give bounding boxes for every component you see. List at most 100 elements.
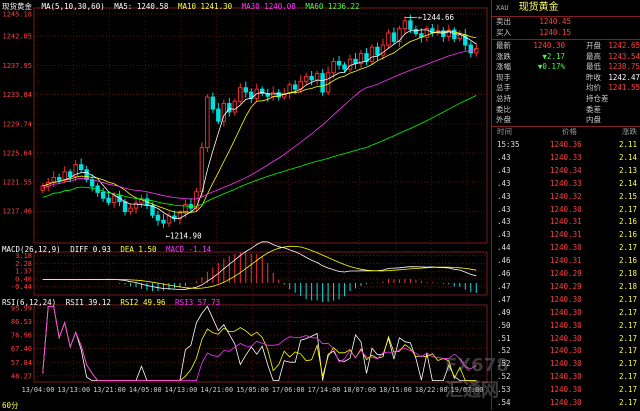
- macd-dea: DEA 1.50: [120, 245, 157, 254]
- tick-time: .53: [497, 385, 511, 395]
- tick-change: 2.13: [618, 165, 637, 175]
- tick-change: 2.17: [618, 346, 637, 356]
- tick-row: .52 1240.30 2.17: [492, 358, 640, 370]
- candle-body: [122, 201, 128, 213]
- candle-body: [243, 87, 248, 93]
- symbol-label: 现货黄金: [2, 2, 32, 11]
- candle-body: [325, 72, 331, 93]
- macd-frame: [33, 251, 488, 296]
- tick-change: 2.17: [618, 204, 637, 214]
- tick-price: 1240.29: [550, 281, 582, 291]
- tick-time: .43: [497, 165, 511, 175]
- rsi-spec: RSI(6,12,24): [2, 298, 57, 307]
- ma60-line: [42, 95, 477, 207]
- candle-body: [457, 34, 462, 40]
- quote-label: 均价: [586, 83, 601, 93]
- x-tick-label: 15/05:00: [236, 386, 269, 394]
- sell-label: 卖出: [496, 17, 511, 26]
- quote-label: 涨跌: [496, 51, 511, 61]
- x-tick-label: 18/07:00: [343, 386, 376, 394]
- quote-label: 总手: [496, 83, 511, 93]
- chart-svg[interactable]: 1245.181242.051237.951233.841229.741225.…: [0, 0, 489, 410]
- tick-header-change: 涨跌: [622, 127, 637, 136]
- quote-row: 总手 均价 1241.55: [492, 83, 640, 93]
- candle-body: [210, 96, 216, 110]
- rsi-y-tick-label: 76.96: [11, 332, 32, 340]
- rsi2-value: RSI2 49.96: [120, 298, 166, 307]
- candle-body: [84, 169, 89, 181]
- ma10-value: MA10 1241.30: [177, 2, 233, 11]
- tick-time: .47: [497, 281, 511, 291]
- tick-price: 1240.30: [550, 294, 582, 304]
- rsi3-line: [42, 306, 477, 381]
- ma5-value: MA5: 1240.58: [114, 2, 169, 11]
- tick-row: .51 1240.30 2.17: [492, 333, 640, 345]
- tick-price: 1240.30: [550, 307, 582, 317]
- quote-label: 最低: [586, 62, 601, 72]
- tick-change: 2.17: [618, 307, 637, 317]
- quote-label: 昨收: [586, 72, 601, 82]
- ma30-line: [42, 49, 477, 200]
- quote-label: 最新: [496, 41, 511, 50]
- macd-y-tick-label: 1.37: [15, 268, 32, 276]
- candle-body: [100, 191, 106, 199]
- tick-change: 2.17: [618, 398, 637, 407]
- candle-body: [89, 179, 95, 187]
- tick-change: 2.11: [618, 140, 637, 149]
- candle-body: [57, 177, 62, 181]
- rsi-legend: RSI(6,12,24) RSI1 39.12 RSI2 49.96 RSI3 …: [2, 298, 225, 307]
- tick-time: .51: [497, 333, 511, 343]
- price-y-tick-label: 1221.55: [2, 179, 32, 187]
- tick-time: .46: [497, 269, 511, 278]
- period-tab[interactable]: 60分: [1, 400, 20, 411]
- candle-body: [78, 164, 84, 171]
- tick-change: 2.17: [618, 320, 637, 330]
- quote-value: 1240.30: [533, 41, 565, 50]
- candle-body: [320, 73, 325, 93]
- price-y-tick-label: 1237.95: [2, 62, 32, 70]
- quote-panel: XAU 现货黄金 卖出 1240.45 买入 1240.15 最新 1240.30…: [491, 0, 640, 410]
- rsi3-value: RSI3 57.73: [175, 298, 221, 307]
- tick-price: 1240.34: [550, 165, 582, 175]
- tick-time: .43: [497, 204, 511, 214]
- tick-row: .47 1240.29 2.18: [492, 281, 640, 293]
- price-y-tick-label: 1242.05: [2, 33, 32, 41]
- tick-row: .53 1240.30 2.17: [492, 384, 640, 396]
- macd-y-tick-label: 2.28: [15, 260, 32, 268]
- tick-price: 1240.30: [550, 243, 582, 253]
- candle-body: [161, 219, 166, 224]
- tick-row: .44 1240.30 2.17: [492, 242, 640, 254]
- quote-value: ▼2.17: [542, 51, 565, 61]
- tick-row: .52 1240.30 2.17: [492, 345, 640, 357]
- tick-price: 1240.31: [550, 217, 582, 227]
- tick-row: .43 1240.33 2.14: [492, 152, 640, 164]
- symbol-tag: XAU: [496, 4, 509, 12]
- price-y-tick-label: 1233.84: [2, 91, 32, 99]
- candle-body: [232, 100, 238, 113]
- candle-body: [166, 215, 172, 224]
- quote-label: 涨幅: [496, 62, 511, 72]
- candle-body: [238, 87, 243, 102]
- quote-row: 最新 1240.30 开盘 1242.65: [492, 41, 640, 51]
- divider: [492, 39, 640, 40]
- rsi1-value: RSI1 39.12: [65, 298, 111, 307]
- tick-time: .43: [497, 191, 511, 201]
- tick-row: .47 1240.30 2.17: [492, 294, 640, 306]
- quote-label: 外盘: [496, 115, 511, 125]
- ma5-line: [42, 29, 477, 220]
- tick-row: 15:35 1240.36 2.11: [492, 139, 640, 151]
- tick-row: .43 1240.31 2.16: [492, 229, 640, 241]
- rsi-y-tick-label: 67.40: [11, 345, 32, 353]
- quote-label: 委差: [586, 104, 601, 114]
- tick-price: 1240.36: [550, 140, 582, 149]
- candle-body: [155, 214, 161, 221]
- quote-value: 1242.47: [608, 72, 640, 82]
- price-y-tick-label: 1217.46: [2, 208, 32, 216]
- ma-spec: MA(5,10,30,60): [41, 2, 105, 11]
- candle-body: [336, 60, 342, 66]
- candle-body: [111, 195, 117, 203]
- sell-row: 卖出 1240.45: [492, 17, 640, 27]
- chart-area[interactable]: 1245.18 1242.05 1237.95 1233.84 1229.74 1225.…: [0, 0, 509, 411]
- quote-label: 持仓差: [586, 94, 609, 103]
- price-y-tick-label: 1225.64: [2, 149, 32, 157]
